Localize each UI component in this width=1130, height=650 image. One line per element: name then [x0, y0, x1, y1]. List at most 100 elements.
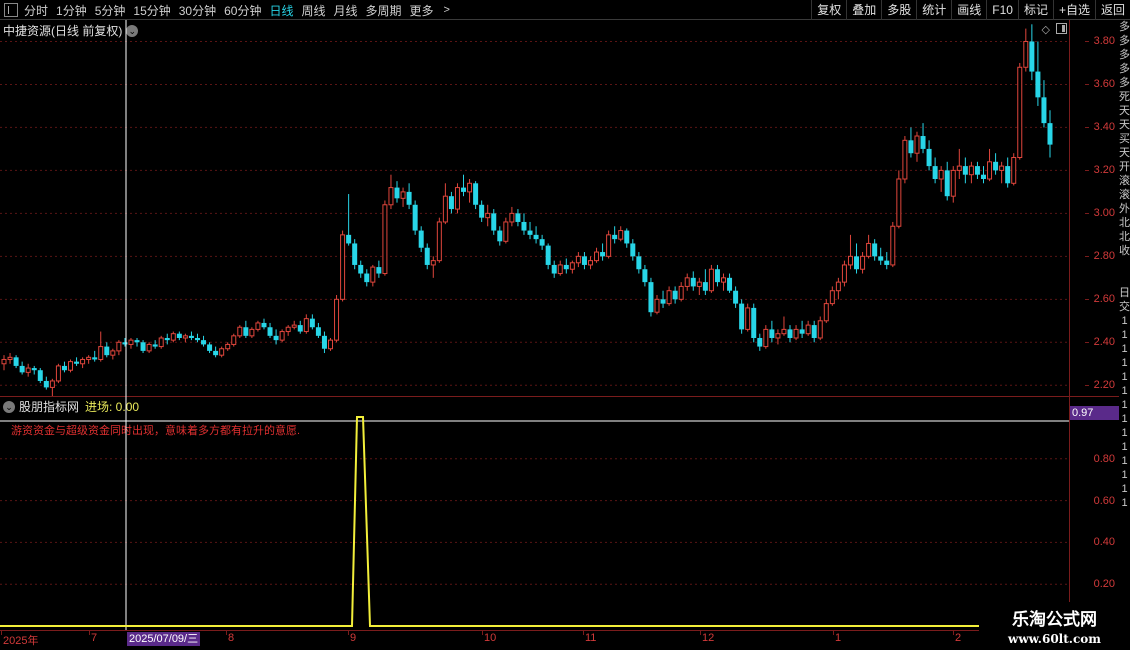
- right-info-strip: 多多多多多死天天买天开滚滚外北北收 日交11111111111111: [1119, 20, 1130, 630]
- candle-body: [606, 234, 612, 257]
- strip-char: 开: [1119, 161, 1130, 173]
- candle-body: [74, 361, 80, 364]
- candle-body: [25, 367, 31, 373]
- candle-body: [128, 339, 134, 345]
- candle-body: [630, 243, 636, 257]
- indicator-tick-label: 0.20: [1093, 578, 1115, 591]
- candle-body: [751, 307, 757, 338]
- candle-body: [575, 255, 581, 264]
- candle-body: [352, 243, 358, 265]
- candle-body: [334, 298, 340, 341]
- candle-body: [309, 318, 315, 328]
- strip-char: 外: [1119, 203, 1130, 215]
- price-tick-label: 2.60: [1084, 293, 1115, 306]
- candle-body: [980, 174, 986, 179]
- candle-body: [80, 358, 86, 365]
- candle-body: [854, 256, 860, 270]
- candle-body: [847, 255, 853, 266]
- strip-char: 天: [1119, 119, 1130, 131]
- candle-body: [497, 230, 503, 242]
- strip-char: 1: [1121, 497, 1128, 509]
- candle-body: [358, 264, 364, 274]
- date-tick-label: 2025年: [3, 635, 39, 647]
- candle-body: [1029, 41, 1035, 72]
- candle-body: [569, 262, 575, 270]
- toolbar-button[interactable]: 返回: [1094, 0, 1130, 20]
- candle-body: [533, 234, 539, 240]
- candle-body: [708, 268, 714, 292]
- candle-body: [896, 178, 902, 227]
- candle-body: [158, 337, 164, 348]
- candle-body: [219, 348, 225, 356]
- candle-body: [642, 269, 648, 283]
- candle-body: [539, 239, 545, 246]
- strip-char: 1: [1121, 441, 1128, 453]
- candle-body: [932, 166, 938, 179]
- candle-body: [926, 148, 932, 167]
- candle-body: [672, 290, 678, 300]
- strip-char: [1119, 258, 1130, 272]
- candle-body: [950, 169, 956, 197]
- candle-body: [424, 247, 430, 265]
- candle-body: [841, 264, 847, 283]
- candle-body: [249, 328, 255, 337]
- candle-body: [43, 380, 49, 388]
- candle-body: [727, 277, 733, 291]
- strip-char: 1: [1121, 357, 1128, 369]
- candle-body: [479, 204, 485, 218]
- candle-body: [902, 139, 908, 180]
- candle-body: [491, 213, 497, 231]
- candle-body: [962, 166, 968, 175]
- indicator-line: [0, 416, 1069, 627]
- candle-body: [835, 281, 841, 292]
- candle-body: [255, 322, 261, 330]
- chart-canvas[interactable]: [0, 0, 1069, 630]
- candle-body: [521, 221, 527, 231]
- candle-body: [968, 165, 974, 176]
- candle-body: [636, 256, 642, 270]
- candle-body: [557, 264, 563, 275]
- candle-body: [225, 343, 231, 350]
- candle-body: [406, 191, 412, 205]
- price-tick-label: 2.20: [1084, 379, 1115, 392]
- date-tick-label: 7: [91, 632, 98, 644]
- candle-body: [829, 290, 835, 305]
- price-tick-label: 3.00: [1084, 207, 1115, 220]
- indicator-axis: 0.80 0.60 0.40 0.20: [1069, 397, 1119, 630]
- candle-body: [660, 299, 666, 304]
- candle-body: [696, 281, 702, 287]
- candle-body: [1023, 40, 1029, 68]
- candle-body: [207, 344, 213, 351]
- candle-body: [146, 343, 152, 352]
- strip-char: 滚: [1119, 175, 1130, 187]
- strip-char: 1: [1121, 329, 1128, 341]
- candle-body: [201, 340, 207, 345]
- date-axis: 2025/07/09/三 2025年 7 8 9 10 11 12 1 2: [0, 630, 1069, 650]
- candle-body: [908, 140, 914, 154]
- candle-body: [436, 221, 442, 262]
- candle-body: [364, 273, 370, 283]
- candle-body: [515, 213, 521, 222]
- candle-body: [430, 260, 436, 266]
- candle-body: [327, 339, 333, 350]
- candle-body: [702, 282, 708, 291]
- candle-body: [690, 277, 696, 287]
- candle-body: [974, 166, 980, 175]
- candle-body: [817, 320, 823, 339]
- candle-body: [418, 230, 424, 248]
- candle-body: [370, 266, 376, 283]
- candle-body: [473, 183, 479, 205]
- candle-body: [134, 340, 140, 343]
- price-tick-label: 3.60: [1084, 78, 1115, 91]
- strip-char: 多: [1119, 49, 1130, 61]
- candle-body: [581, 256, 587, 265]
- strip-char: 日: [1119, 287, 1130, 299]
- candle-body: [938, 169, 944, 180]
- candle-body: [412, 204, 418, 231]
- candle-body: [509, 212, 515, 223]
- candle-body: [237, 326, 243, 337]
- price-tick-label: 3.80: [1084, 35, 1115, 48]
- candle-body: [587, 260, 593, 266]
- watermark-url: www.60lt.com: [1008, 632, 1101, 646]
- indicator-value-badge: 0.97: [1070, 406, 1119, 420]
